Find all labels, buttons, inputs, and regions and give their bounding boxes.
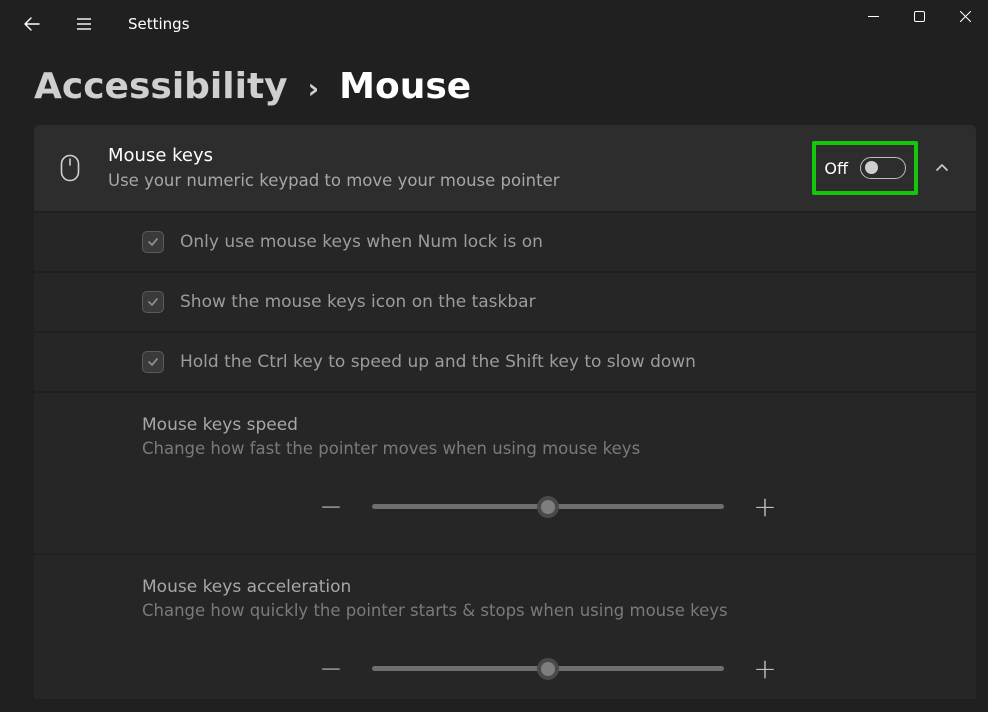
option-taskbar-checkbox[interactable] (142, 291, 164, 313)
accel-slider-thumb[interactable] (537, 658, 559, 680)
maximize-button[interactable] (896, 0, 942, 32)
minimize-button[interactable] (850, 0, 896, 32)
option-numlock-row[interactable]: Only use mouse keys when Num lock is on (34, 211, 976, 271)
option-ctrlshift-label: Hold the Ctrl key to speed up and the Sh… (180, 352, 696, 372)
window-controls (850, 0, 988, 48)
accel-slider[interactable] (372, 666, 724, 671)
speed-section: Mouse keys speed Change how fast the poi… (34, 391, 976, 553)
maximize-icon (914, 11, 925, 22)
nav-menu-button[interactable] (72, 12, 96, 36)
option-numlock-label: Only use mouse keys when Num lock is on (180, 232, 543, 252)
hamburger-icon (75, 15, 93, 33)
mouse-keys-toggle[interactable] (860, 157, 906, 179)
mouse-keys-subtitle: Use your numeric keypad to move your mou… (108, 169, 788, 192)
check-icon (147, 236, 159, 248)
minimize-icon (868, 11, 879, 22)
mouse-keys-card: Mouse keys Use your numeric keypad to mo… (34, 125, 976, 699)
breadcrumb-separator-icon: › (308, 72, 320, 105)
app-title: Settings (128, 15, 190, 33)
content-scroll-area[interactable]: Mouse keys Use your numeric keypad to mo… (0, 125, 988, 699)
close-icon (960, 11, 971, 22)
speed-slider[interactable] (372, 504, 724, 509)
option-numlock-checkbox[interactable] (142, 231, 164, 253)
speed-slider-thumb[interactable] (537, 496, 559, 518)
mouse-keys-toggle-highlight: Off (812, 141, 918, 195)
accel-decrease-button[interactable]: − (314, 652, 348, 685)
titlebar: Settings (0, 0, 988, 48)
back-arrow-icon (23, 15, 41, 33)
close-button[interactable] (942, 0, 988, 32)
breadcrumb-parent[interactable]: Accessibility (34, 66, 288, 107)
expand-collapse-button[interactable] (930, 156, 954, 180)
mouse-keys-header[interactable]: Mouse keys Use your numeric keypad to mo… (34, 125, 976, 211)
accel-title: Mouse keys acceleration (142, 577, 954, 597)
accel-increase-button[interactable]: + (748, 652, 782, 685)
chevron-up-icon (935, 161, 949, 175)
mouse-keys-toggle-label: Off (824, 159, 848, 178)
mouse-keys-title: Mouse keys (108, 144, 788, 167)
speed-subtitle: Change how fast the pointer moves when u… (142, 439, 954, 458)
option-ctrlshift-checkbox[interactable] (142, 351, 164, 373)
mouse-icon (56, 154, 84, 182)
speed-title: Mouse keys speed (142, 415, 954, 435)
check-icon (147, 356, 159, 368)
accel-section: Mouse keys acceleration Change how quick… (34, 553, 976, 699)
speed-decrease-button[interactable]: − (314, 490, 348, 523)
breadcrumb: Accessibility › Mouse (0, 48, 988, 125)
breadcrumb-current: Mouse (339, 66, 471, 107)
speed-increase-button[interactable]: + (748, 490, 782, 523)
option-taskbar-row[interactable]: Show the mouse keys icon on the taskbar (34, 271, 976, 331)
option-ctrlshift-row[interactable]: Hold the Ctrl key to speed up and the Sh… (34, 331, 976, 391)
back-button[interactable] (20, 12, 44, 36)
accel-subtitle: Change how quickly the pointer starts & … (142, 601, 954, 620)
toggle-knob (865, 161, 878, 174)
option-taskbar-label: Show the mouse keys icon on the taskbar (180, 292, 536, 312)
check-icon (147, 296, 159, 308)
